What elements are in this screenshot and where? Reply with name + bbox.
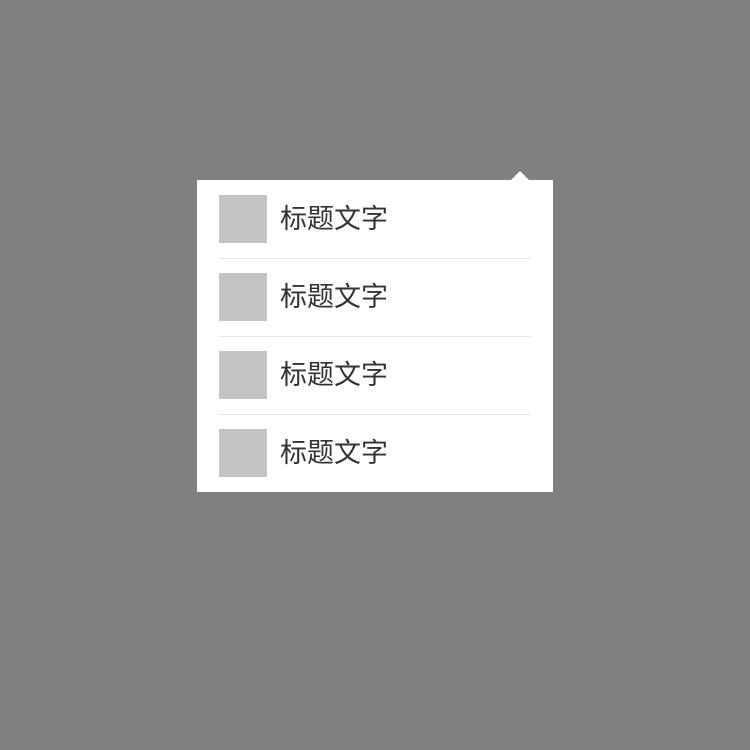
menu-item-1[interactable]: 标题文字 (197, 180, 553, 258)
popover-arrow (511, 171, 529, 180)
popover-menu: 标题文字 标题文字 标题文字 标题文字 (197, 180, 553, 492)
image-placeholder-icon (219, 351, 267, 399)
menu-item-2[interactable]: 标题文字 (197, 258, 553, 336)
menu-item-label: 标题文字 (280, 359, 388, 391)
image-placeholder-icon (219, 195, 267, 243)
menu-list: 标题文字 标题文字 标题文字 标题文字 (197, 180, 553, 492)
menu-item-4[interactable]: 标题文字 (197, 414, 553, 492)
menu-item-label: 标题文字 (280, 203, 388, 235)
image-placeholder-icon (219, 273, 267, 321)
menu-item-label: 标题文字 (280, 281, 388, 313)
menu-item-label: 标题文字 (280, 437, 388, 469)
menu-item-3[interactable]: 标题文字 (197, 336, 553, 414)
image-placeholder-icon (219, 429, 267, 477)
